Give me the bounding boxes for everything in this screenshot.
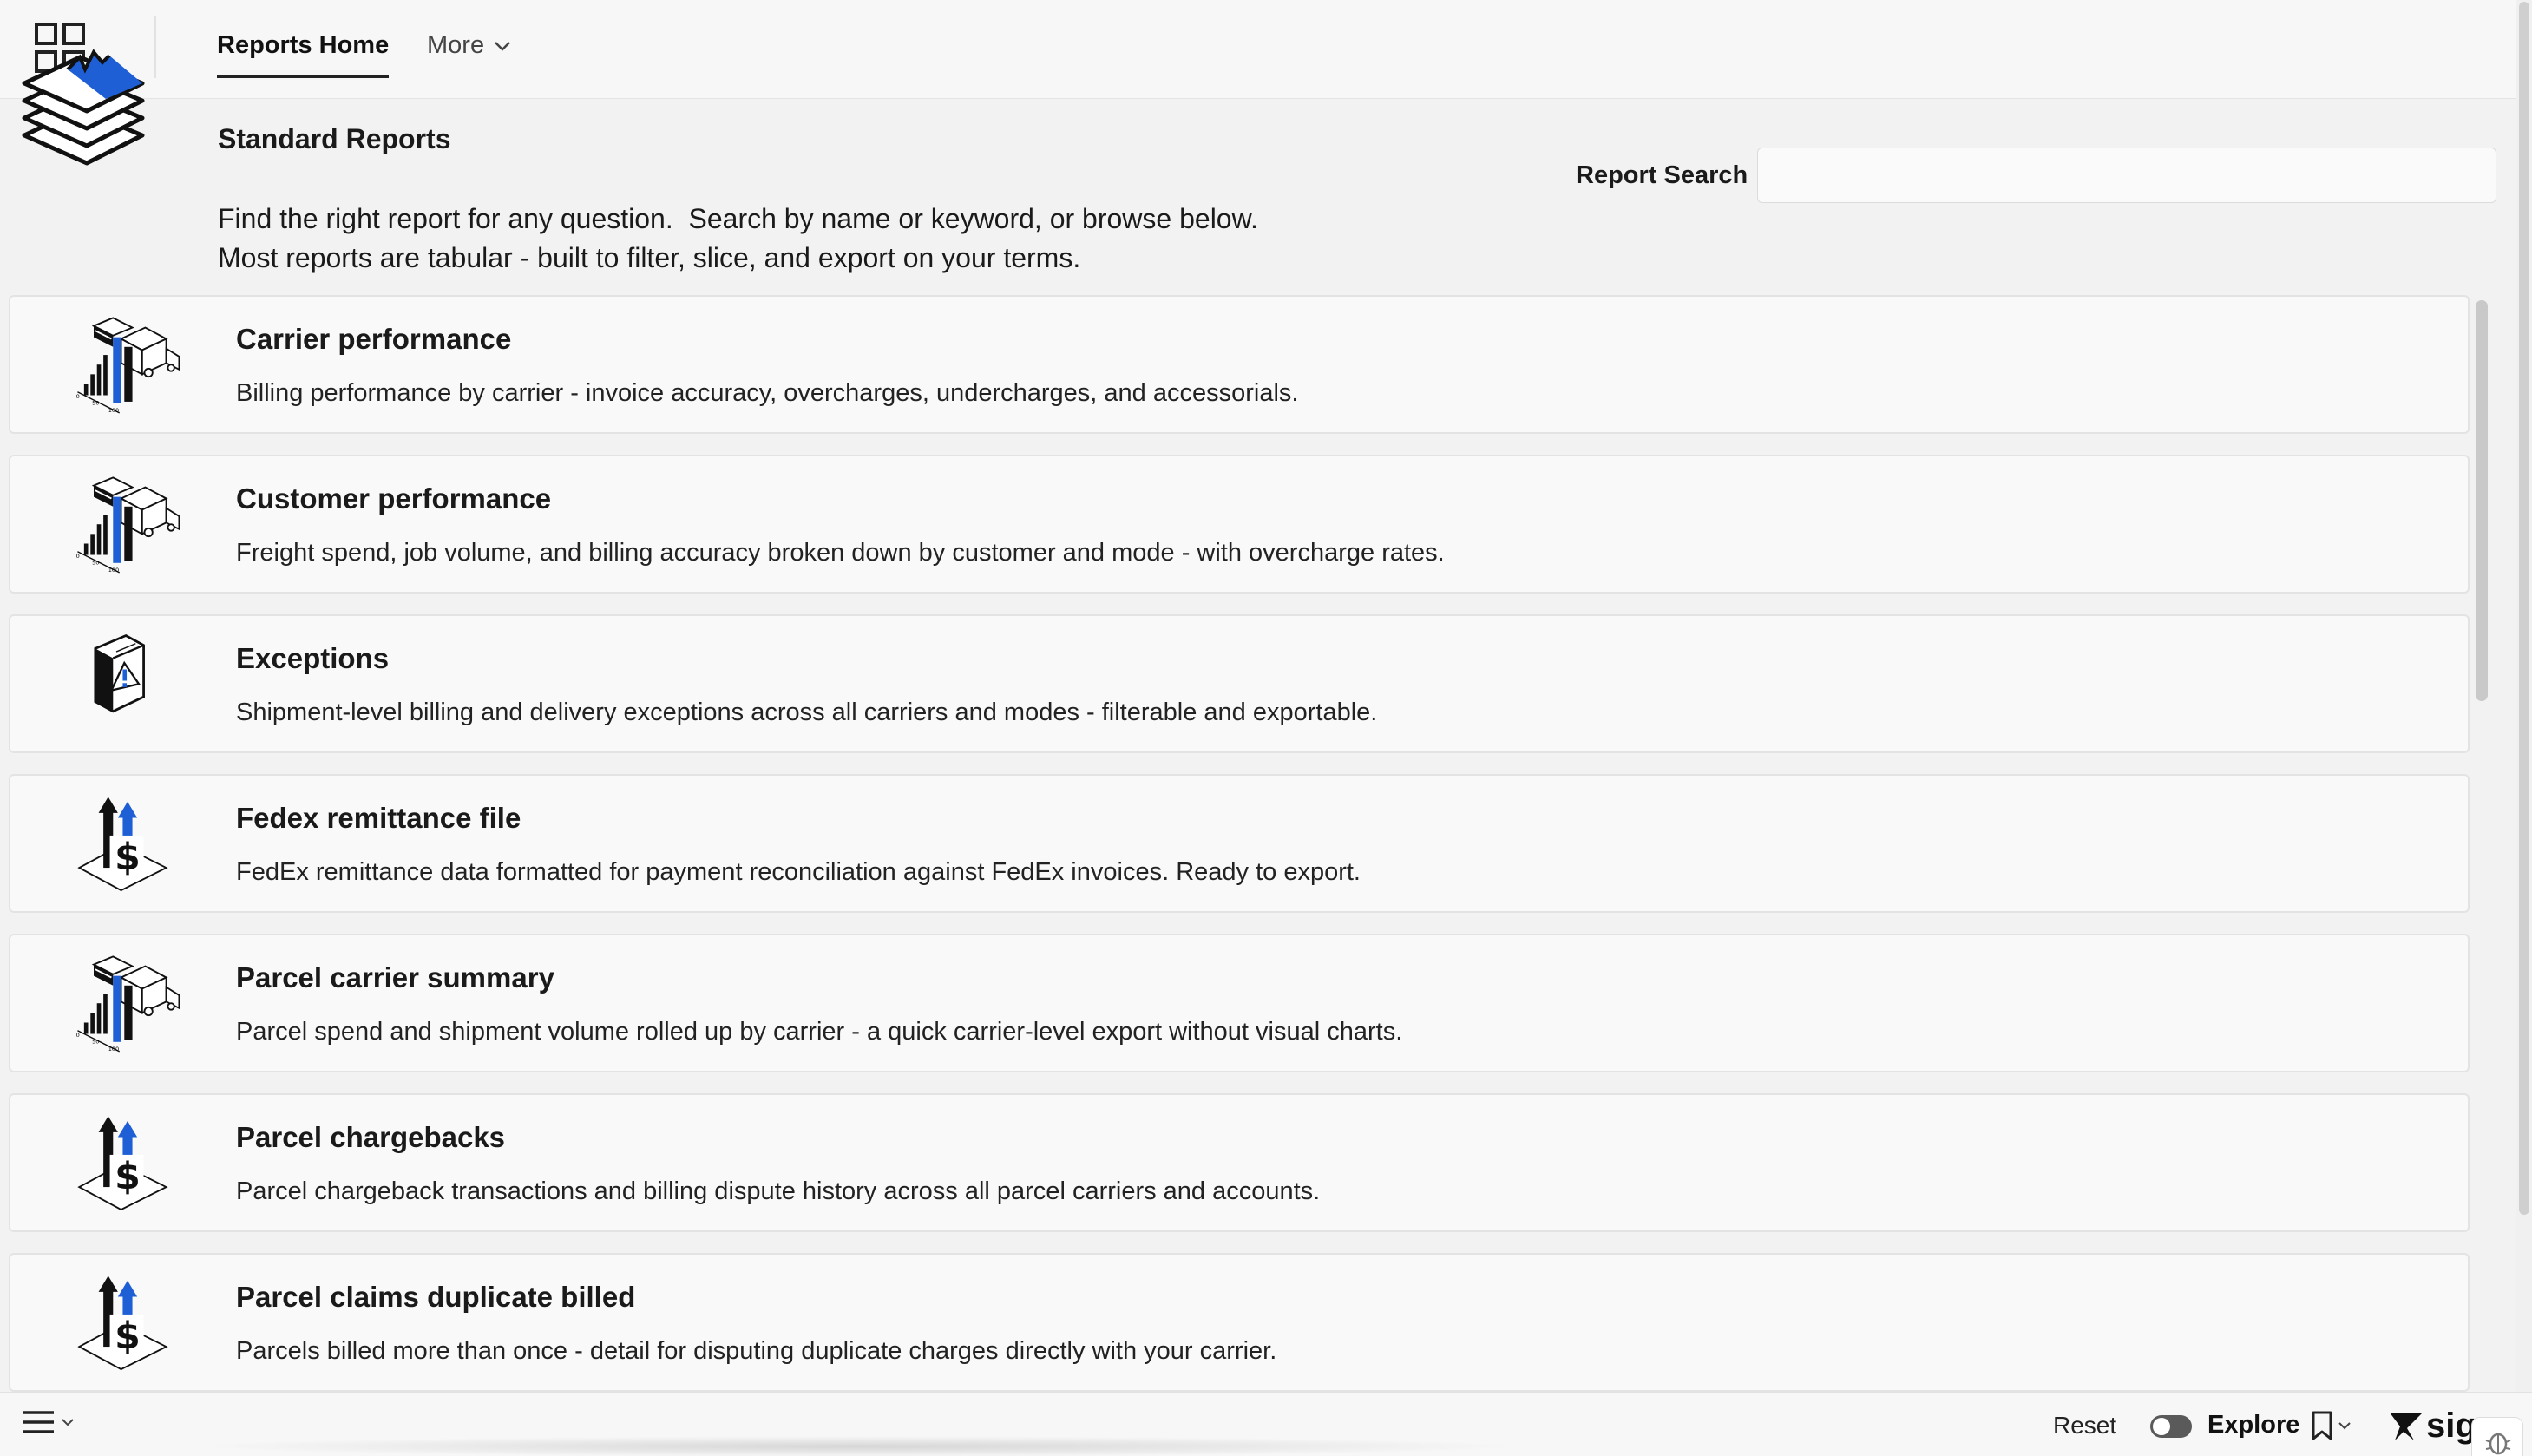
- hamburger-menu-icon: [23, 1411, 54, 1433]
- report-description: Billing performance by carrier - invoice…: [236, 379, 1299, 407]
- report-card-carrier-performance[interactable]: Carrier performance Billing performance …: [9, 295, 2470, 434]
- report-description: Shipment-level billing and delivery exce…: [236, 698, 1378, 726]
- report-card-exceptions[interactable]: Exceptions Shipment-level billing and de…: [9, 614, 2470, 753]
- brand-logo: sig: [2388, 1407, 2476, 1446]
- bottom-toolbar: Reset Explore sig: [0, 1392, 2532, 1456]
- truck-chart-icon: [75, 955, 180, 1053]
- report-description: Parcel spend and shipment volume rolled …: [236, 1018, 1403, 1046]
- page-title: Standard Reports: [218, 123, 451, 154]
- dollar-arrows-icon: [78, 796, 167, 891]
- tab-more[interactable]: More: [427, 31, 512, 60]
- shadow-decoration: [191, 1436, 1527, 1456]
- report-search-label: Report Search: [1576, 161, 1748, 189]
- debug-button[interactable]: [2471, 1417, 2523, 1456]
- report-search-input[interactable]: [1757, 148, 2496, 203]
- report-card-customer-performance[interactable]: Customer performance Freight spend, job …: [9, 455, 2470, 594]
- reset-button[interactable]: Reset: [2053, 1412, 2116, 1440]
- explore-label: Explore: [2207, 1411, 2300, 1439]
- tab-more-label: More: [427, 31, 485, 59]
- page-description-line-2: Most reports are tabular - built to filt…: [218, 242, 1081, 273]
- top-nav: Reports Home More: [0, 0, 2532, 99]
- page-description-line-1: Find the right report for any question. …: [218, 203, 1258, 234]
- report-card-parcel-chargebacks[interactable]: Parcel chargebacks Parcel chargeback tra…: [9, 1093, 2470, 1232]
- report-title: Exceptions: [236, 642, 390, 674]
- dollar-arrows-icon: [78, 1115, 167, 1210]
- report-title: Parcel claims duplicate billed: [236, 1281, 636, 1313]
- dollar-arrows-icon: [78, 1275, 167, 1370]
- page-scrollbar-thumb[interactable]: [2519, 2, 2529, 1215]
- tab-reports-home-label: Reports Home: [217, 31, 390, 59]
- report-title: Carrier performance: [236, 323, 512, 355]
- brand-text: sig: [2426, 1407, 2476, 1445]
- report-description: Parcels billed more than once - detail f…: [236, 1337, 1277, 1365]
- app-root: Reports Home More Standard Reports Find …: [0, 0, 2532, 1456]
- report-description: Freight spend, job volume, and billing a…: [236, 539, 1445, 567]
- report-description: FedEx remittance data formatted for paym…: [236, 858, 1361, 886]
- bookmark-icon: [2312, 1411, 2332, 1440]
- report-card-parcel-claims-duplicate-billed[interactable]: Parcel claims duplicate billed Parcels b…: [9, 1253, 2470, 1392]
- chevron-down-icon: [62, 1419, 74, 1426]
- stacked-reports-logo-icon: [19, 35, 148, 168]
- chevron-down-icon: [2338, 1422, 2351, 1430]
- report-card-fedex-remittance-file[interactable]: Fedex remittance file FedEx remittance d…: [9, 774, 2470, 913]
- brand-mark-icon: [2390, 1412, 2423, 1440]
- truck-chart-icon: [75, 476, 180, 574]
- truck-chart-icon: [75, 317, 180, 415]
- page-description: Find the right report for any question. …: [218, 200, 1258, 278]
- explore-toggle[interactable]: [2150, 1415, 2192, 1438]
- tab-reports-home[interactable]: Reports Home: [217, 30, 390, 78]
- report-list: Carrier performance Billing performance …: [9, 295, 2470, 1394]
- report-title: Parcel carrier summary: [236, 961, 554, 994]
- bug-icon: [2485, 1433, 2511, 1455]
- chevron-down-icon: [495, 41, 510, 51]
- report-list-scrollbar-thumb[interactable]: [2476, 300, 2488, 701]
- report-title: Parcel chargebacks: [236, 1121, 506, 1153]
- bookmark-button[interactable]: [2310, 1410, 2352, 1441]
- report-card-parcel-carrier-summary[interactable]: Parcel carrier summary Parcel spend and …: [9, 934, 2470, 1072]
- nav-divider: [154, 16, 156, 78]
- warning-document-icon: [94, 634, 145, 713]
- report-description: Parcel chargeback transactions and billi…: [236, 1177, 1321, 1205]
- report-title: Customer performance: [236, 482, 552, 515]
- menu-button[interactable]: [21, 1408, 75, 1436]
- report-title: Fedex remittance file: [236, 802, 521, 834]
